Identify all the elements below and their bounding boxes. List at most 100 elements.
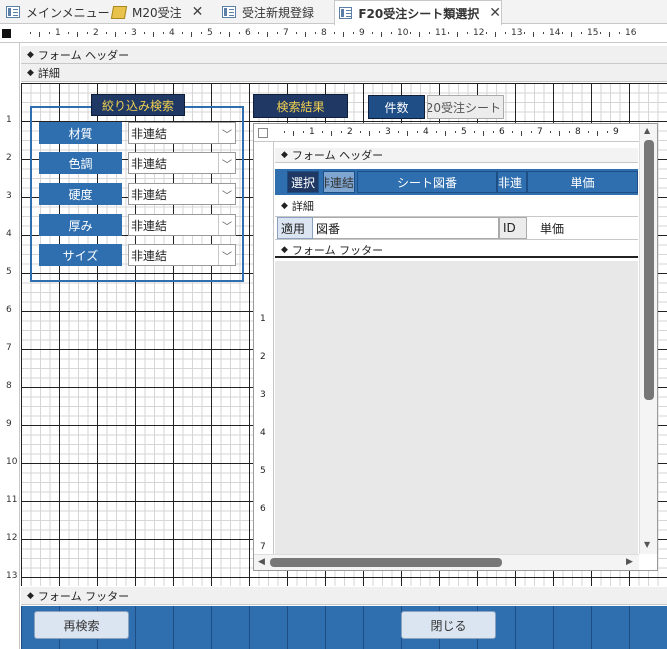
section-label: 詳細: [37, 66, 60, 80]
ruler-tick-mark: [511, 131, 513, 133]
color-tone-combo[interactable]: 非連結 ﹀: [128, 152, 236, 174]
ruler-tick-mark: [352, 32, 354, 34]
ruler-tick-label: 3: [131, 28, 137, 38]
ruler-tick-label: 2: [6, 153, 12, 163]
select-form-box[interactable]: [2, 29, 11, 38]
subform-detail-band[interactable]: ◆ 詳細: [275, 198, 638, 213]
ruler-tick-label: 1: [260, 314, 266, 324]
scroll-left-icon[interactable]: ◀: [258, 557, 265, 567]
tab-m20-order[interactable]: M20受注 ✕: [110, 0, 204, 24]
chevron-down-icon[interactable]: ﹀: [218, 245, 235, 265]
ruler-tick-mark: [378, 131, 380, 133]
ruler-tick-label: 7: [283, 28, 289, 38]
thickness-combo[interactable]: 非連結 ﹀: [128, 214, 236, 236]
ruler-tick-label: 4: [169, 28, 175, 38]
thickness-label: 厚み: [39, 214, 122, 236]
form-icon: [6, 6, 20, 18]
ruler-tick-label: 12: [6, 533, 18, 543]
subform-select-box[interactable]: [258, 128, 268, 138]
section-arrow-icon: ◆: [281, 150, 288, 160]
research-button[interactable]: 再検索: [34, 611, 129, 639]
ruler-tick-mark: [580, 32, 582, 34]
ruler-tick-mark: [454, 131, 456, 133]
section-arrow-icon: ◆: [27, 67, 34, 78]
ruler-tick-mark: [504, 32, 506, 34]
section-label: フォーム フッター: [291, 243, 384, 257]
chevron-down-icon[interactable]: ﹀: [218, 215, 235, 235]
form-header-band[interactable]: ◆ フォーム ヘッダー: [21, 46, 667, 64]
ruler-tick-label: 5: [207, 28, 213, 38]
ruler-tick-label: 15: [587, 28, 599, 38]
ruler-tick-label: 8: [6, 381, 12, 391]
count-value-field[interactable]: F20受注シート: [427, 95, 504, 119]
unbound-header-field[interactable]: 非連結: [323, 171, 355, 193]
form-footer-band[interactable]: ◆ フォーム フッター: [21, 587, 667, 605]
tab-f20-sheet-select[interactable]: F20受注シート類選択 ✕: [334, 0, 502, 25]
ruler-tick-mark: [495, 32, 496, 37]
ruler-tick-mark: [29, 32, 31, 34]
detail-band[interactable]: ◆ 詳細: [21, 64, 667, 82]
color-tone-label: 色調: [39, 152, 122, 174]
size-combo[interactable]: 非連結 ﹀: [128, 244, 236, 266]
vertical-scroll-thumb[interactable]: [644, 140, 654, 400]
ruler-tick-mark: [305, 32, 306, 37]
material-combo[interactable]: 非連結 ﹀: [128, 122, 236, 144]
chevron-down-icon[interactable]: ﹀: [218, 184, 235, 204]
combo-value: 非連結: [131, 156, 168, 171]
section-arrow-icon: ◆: [27, 590, 34, 601]
ruler-tick-mark: [587, 131, 589, 133]
subform-header-row: 選択 非連結 シート図番 非連 単価: [275, 169, 638, 195]
ruler-tick-mark: [302, 131, 304, 133]
hardness-label: 硬度: [39, 183, 122, 205]
horizontal-ruler: 1 2 3 4 5 6 7 8 9 10 11 12 13 14 15 16: [0, 25, 667, 43]
scroll-up-icon[interactable]: ▲: [644, 126, 650, 135]
ruler-tick-label: 11: [6, 495, 18, 505]
ruler-tick-label: 1: [55, 28, 61, 38]
ruler-tick-mark: [523, 32, 525, 34]
id-field[interactable]: ID: [499, 217, 527, 239]
vertical-scrollbar[interactable]: ▲ ▼: [639, 124, 657, 554]
section-label: フォーム ヘッダー: [37, 48, 130, 62]
ruler-tick-mark: [153, 32, 154, 37]
drawing-no-field[interactable]: 図番: [313, 217, 499, 239]
subform-footer-band[interactable]: ◆ フォーム フッター: [275, 243, 638, 258]
results-subform[interactable]: 1 2 3 4 5 6 7 8 9 1 2 3 4 5 6 7 ◆ フォーム ヘッダー 選択 非連結 シート…: [253, 123, 658, 571]
ruler-tick-label: 7: [260, 542, 266, 552]
scroll-right-icon[interactable]: ▶: [626, 557, 633, 567]
ruler-tick-mark: [48, 32, 50, 34]
ruler-tick-mark: [371, 32, 373, 34]
sheet-drawing-no-header: シート図番: [357, 171, 497, 193]
combo-value: 非連結: [131, 218, 168, 233]
ruler-tick-label: 5: [461, 127, 467, 137]
subform-horizontal-ruler: 1 2 3 4 5 6 7 8 9: [254, 124, 657, 142]
chevron-down-icon[interactable]: ﹀: [218, 153, 235, 173]
ruler-tick-label: 8: [575, 127, 581, 137]
tab-new-order[interactable]: 受注新規登録: [222, 0, 314, 24]
ruler-tick-label: 2: [93, 28, 99, 38]
ruler-tick-mark: [295, 32, 297, 34]
ruler-tick-label: 16: [625, 28, 637, 38]
horizontal-scroll-thumb[interactable]: [270, 558, 502, 567]
ruler-tick-label: 7: [537, 127, 543, 137]
select-header: 選択: [287, 171, 319, 193]
tab-main-menu[interactable]: メインメニュー: [6, 0, 110, 24]
unbound-header-field-2[interactable]: 非連: [497, 171, 527, 193]
ruler-tick-mark: [428, 32, 430, 34]
close-icon[interactable]: ✕: [192, 4, 204, 20]
unit-price-field[interactable]: 単価: [537, 217, 638, 239]
horizontal-scrollbar[interactable]: ◀ ▶: [254, 554, 639, 570]
hardness-combo[interactable]: 非連結 ﹀: [128, 183, 236, 205]
subform-header-band[interactable]: ◆ フォーム ヘッダー: [275, 148, 638, 163]
ruler-tick-mark: [267, 32, 268, 37]
ruler-tick-label: 3: [260, 390, 266, 400]
close-icon[interactable]: ✕: [489, 5, 501, 21]
chevron-down-icon[interactable]: ﹀: [218, 123, 235, 143]
results-title: 検索結果: [253, 94, 348, 118]
ruler-tick-mark: [331, 131, 332, 136]
apply-checkbox-field[interactable]: 適用: [277, 217, 313, 239]
ruler-tick-mark: [124, 32, 126, 34]
ruler-tick-label: 1: [6, 115, 12, 125]
scroll-down-icon[interactable]: ▼: [644, 540, 650, 549]
close-button[interactable]: 閉じる: [401, 611, 496, 639]
ruler-tick-label: 10: [6, 457, 18, 467]
